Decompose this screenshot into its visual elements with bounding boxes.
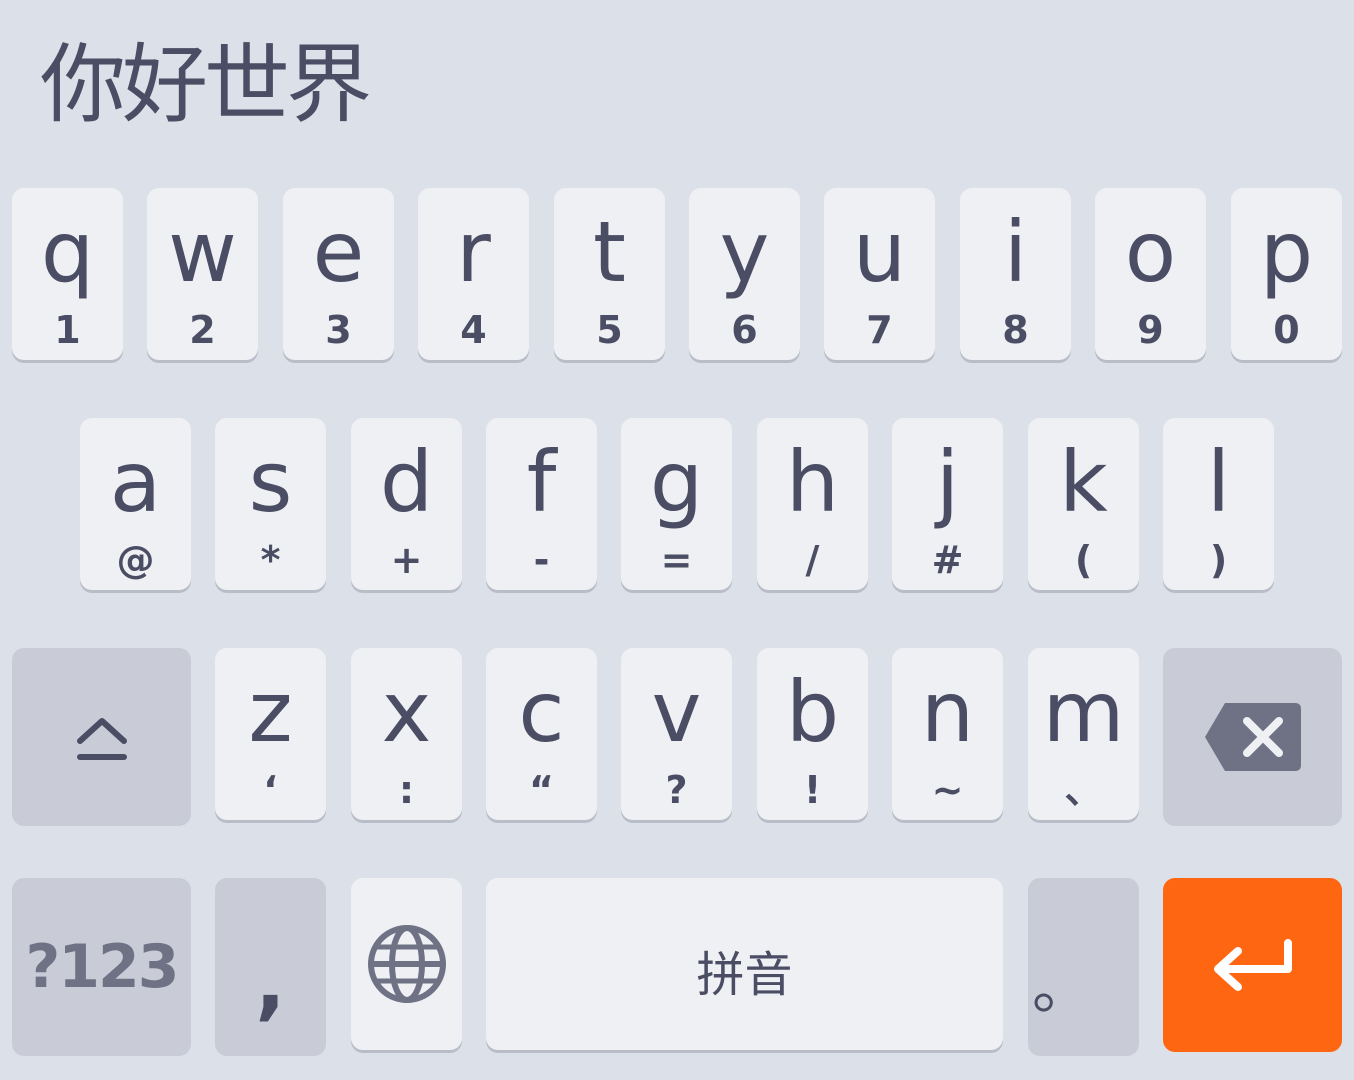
key-p[interactable]: p0 [1231,188,1342,360]
key-hint: @ [116,538,155,582]
key-m[interactable]: m、 [1028,648,1139,820]
shift-key[interactable] [12,648,191,826]
key-hint: ( [1074,538,1093,582]
enter-icon [1163,878,1342,1052]
key-letter: i [1003,203,1028,301]
key-letter: a [109,433,162,531]
key-letter: w [168,203,237,301]
comma-label: , [255,935,286,1029]
key-hint: 5 [596,308,623,352]
key-hint: ) [1209,538,1228,582]
key-a[interactable]: a @ [80,418,191,590]
key-hint: 0 [1273,308,1300,352]
key-letter: o [1124,203,1177,301]
key-hint: “ [529,768,554,812]
key-y[interactable]: y6 [689,188,800,360]
key-letter: m [1042,663,1125,761]
key-d[interactable]: d + [351,418,462,590]
key-hint: 6 [731,308,758,352]
key-letter: r [456,203,491,301]
key-hint: 2 [189,308,216,352]
period-label: 。 [1032,952,1092,1023]
key-v[interactable]: v? [621,648,732,820]
key-e[interactable]: e3 [283,188,394,360]
key-hint: ~ [931,768,964,812]
key-hint: ? [665,768,688,812]
key-letter: v [651,663,702,761]
period-key[interactable]: 。 [1028,878,1139,1056]
key-letter: e [312,203,365,301]
key-hint: 4 [460,308,487,352]
key-letter: q [40,203,95,301]
key-hint: + [390,538,423,582]
key-hint: - [533,538,550,582]
backspace-icon [1163,648,1342,826]
key-hint: ! [803,768,822,812]
key-hint: 7 [866,308,893,352]
shift-icon [12,648,191,826]
key-n[interactable]: n ~ [892,648,1003,820]
space-label: 拼音 [696,947,793,1003]
key-hint: # [931,538,964,582]
key-letter: x [381,663,432,761]
key-letter: n [920,663,975,761]
symbols-key[interactable]: ?123 [12,878,191,1056]
key-f[interactable]: f- [486,418,597,590]
key-letter: f [526,433,557,531]
symbols-label: ?123 [25,932,179,1002]
key-r[interactable]: r4 [418,188,529,360]
key-hint: 、 [1064,768,1103,812]
key-hint: = [660,538,693,582]
key-hint: 8 [1002,308,1029,352]
language-switch-key[interactable] [351,878,462,1050]
key-c[interactable]: c “ [486,648,597,820]
key-u[interactable]: u7 [824,188,935,360]
key-s[interactable]: s * [215,418,326,590]
key-hint: : [398,768,415,812]
key-b[interactable]: b! [757,648,868,820]
globe-icon [351,878,462,1050]
key-letter: z [248,663,293,761]
key-letter: h [785,433,840,531]
key-l[interactable]: l) [1163,418,1274,590]
space-key[interactable]: 拼音 [486,878,1003,1050]
key-o[interactable]: o9 [1095,188,1206,360]
key-k[interactable]: k( [1028,418,1139,590]
composing-text: 你好世界 [40,35,372,135]
key-q[interactable]: q1 [12,188,123,360]
key-z[interactable]: z ‘ [215,648,326,820]
key-letter: d [379,433,434,531]
key-letter: j [935,433,960,531]
enter-key[interactable] [1163,878,1342,1052]
key-letter: k [1059,433,1108,531]
comma-key[interactable]: , [215,878,326,1056]
key-t[interactable]: t5 [554,188,665,360]
key-letter: b [785,663,840,761]
key-letter: u [852,203,907,301]
key-i[interactable]: i8 [960,188,1071,360]
key-letter: t [593,203,626,301]
key-hint: 3 [325,308,352,352]
key-hint: 1 [54,308,81,352]
key-letter: s [248,433,293,531]
key-letter: p [1259,203,1314,301]
key-w[interactable]: w2 [147,188,258,360]
key-h[interactable]: h / [757,418,868,590]
key-hint: / [805,538,820,582]
key-hint: 9 [1137,308,1164,352]
key-letter: l [1206,433,1231,531]
key-g[interactable]: g = [621,418,732,590]
key-hint: * [260,538,281,582]
key-j[interactable]: j # [892,418,1003,590]
key-letter: c [518,663,565,761]
key-letter: g [649,433,704,531]
key-x[interactable]: x: [351,648,462,820]
backspace-key[interactable] [1163,648,1342,826]
key-letter: y [719,203,770,301]
key-hint: ‘ [263,768,278,812]
